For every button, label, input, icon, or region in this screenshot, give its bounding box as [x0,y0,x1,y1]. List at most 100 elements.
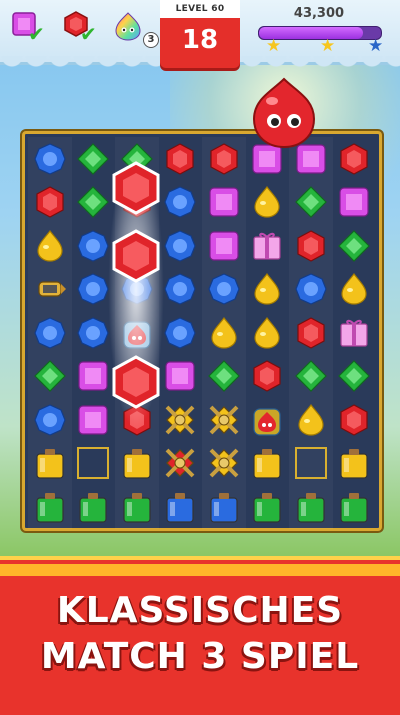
board-cell[interactable] [159,442,203,486]
board-cell[interactable] [159,137,203,181]
jar-yellow-icon [253,449,281,479]
board-cell[interactable] [333,311,377,355]
board-cell[interactable] [246,442,290,486]
board-cell[interactable] [289,441,333,485]
pink-gem-icon [339,187,369,217]
board-cell[interactable] [289,311,333,355]
board-cell[interactable] [246,485,290,529]
jar-green-icon [297,492,325,523]
yellow-gem-icon [298,403,324,436]
yellow-gem-icon [37,229,63,262]
jar-green-icon [36,492,64,523]
blue-gem-icon [77,230,109,262]
empty-slot-icon [77,447,110,480]
green-gem-icon [77,186,110,219]
board-cell[interactable] [246,311,290,355]
board-cell[interactable] [202,180,246,224]
blue-gem-icon [34,317,66,349]
board-cell[interactable] [333,137,377,181]
board-cell[interactable] [28,398,72,442]
jelly-in-jar-icon [253,408,281,436]
pink-gem-icon [165,361,195,391]
board-cell[interactable] [115,441,159,485]
red-gem-icon [253,360,281,392]
board-cell[interactable] [28,441,72,485]
board-cell[interactable] [159,181,203,225]
board-cell[interactable] [333,181,377,225]
board-cell[interactable] [159,485,203,529]
gift-box-icon [340,319,368,347]
board-cell[interactable] [202,267,246,311]
board-cell[interactable] [202,485,246,529]
board-cell[interactable] [202,224,246,268]
empty-slot-icon [294,447,327,480]
star-icon: ★ [266,36,282,56]
board-cell[interactable] [333,355,377,399]
board-cell[interactable] [28,137,72,181]
board-cell[interactable] [246,355,290,399]
red-gem-icon [340,404,368,436]
score-value: 43,300 [293,6,345,21]
blue-gem-icon [77,273,109,305]
board-cell[interactable] [246,268,290,312]
level-moves-panel: LEVEL 60 18 [160,0,240,68]
board-cell[interactable] [289,398,333,442]
board-cell[interactable] [202,398,246,442]
jelly-goal-count: 3 [143,32,159,48]
star-icon: ★ [368,36,384,56]
board-cell[interactable] [289,354,333,398]
jar-yellow-icon [340,449,368,479]
board-cell[interactable] [289,180,333,224]
board-cell[interactable] [159,268,203,312]
banner-title-line-1: KLASSISCHES [56,590,344,631]
board-cell[interactable] [289,224,333,268]
board-cell[interactable] [333,398,377,442]
board-cell[interactable] [115,485,159,529]
board-cell[interactable] [333,442,377,486]
blue-gem-icon [34,143,66,175]
board-cell[interactable] [202,354,246,398]
moves-remaining: 18 [181,25,219,55]
board-cell[interactable] [289,485,333,529]
board-cell[interactable] [159,311,203,355]
rocket-booster-icon [38,281,66,297]
chained-gem-icon [165,448,195,478]
green-gem-icon [294,360,327,393]
board-cell[interactable] [159,224,203,268]
blue-gem-icon [34,404,66,436]
board-cell[interactable] [333,485,377,529]
yellow-gem-icon [254,273,280,305]
jar-green-icon [340,492,368,523]
pink-gem-icon [209,231,239,261]
chained-gem-icon [209,405,239,435]
board-cell[interactable] [246,224,290,268]
yellow-gem-icon [254,186,280,218]
jar-blue-icon [166,492,194,523]
yellow-gem-icon [254,316,280,349]
board-cell[interactable] [202,441,246,485]
board-cell[interactable] [72,485,116,529]
board-cell[interactable] [159,355,203,399]
board-cell[interactable] [246,398,290,442]
board-cell[interactable] [202,311,246,355]
board-cell[interactable] [28,224,72,268]
chained-gem-icon [209,448,239,478]
board-cell[interactable] [28,180,72,224]
chained-gem-icon [165,405,195,435]
board-cell[interactable] [28,267,72,311]
board-cell[interactable] [72,442,116,486]
board-cell[interactable] [202,137,246,181]
board-cell[interactable] [246,181,290,225]
board-cell[interactable] [333,268,377,312]
board-cell[interactable] [289,267,333,311]
board-cell[interactable] [159,398,203,442]
blue-gem-icon [164,317,196,349]
board-cell[interactable] [28,311,72,355]
board-cell[interactable] [28,485,72,529]
red-gem-icon [166,143,194,175]
board-cell[interactable] [333,224,377,268]
star-icon: ★ [320,36,336,56]
pink-gem-icon [209,187,239,217]
board-cell[interactable] [28,354,72,398]
blue-gem-icon [164,230,196,262]
